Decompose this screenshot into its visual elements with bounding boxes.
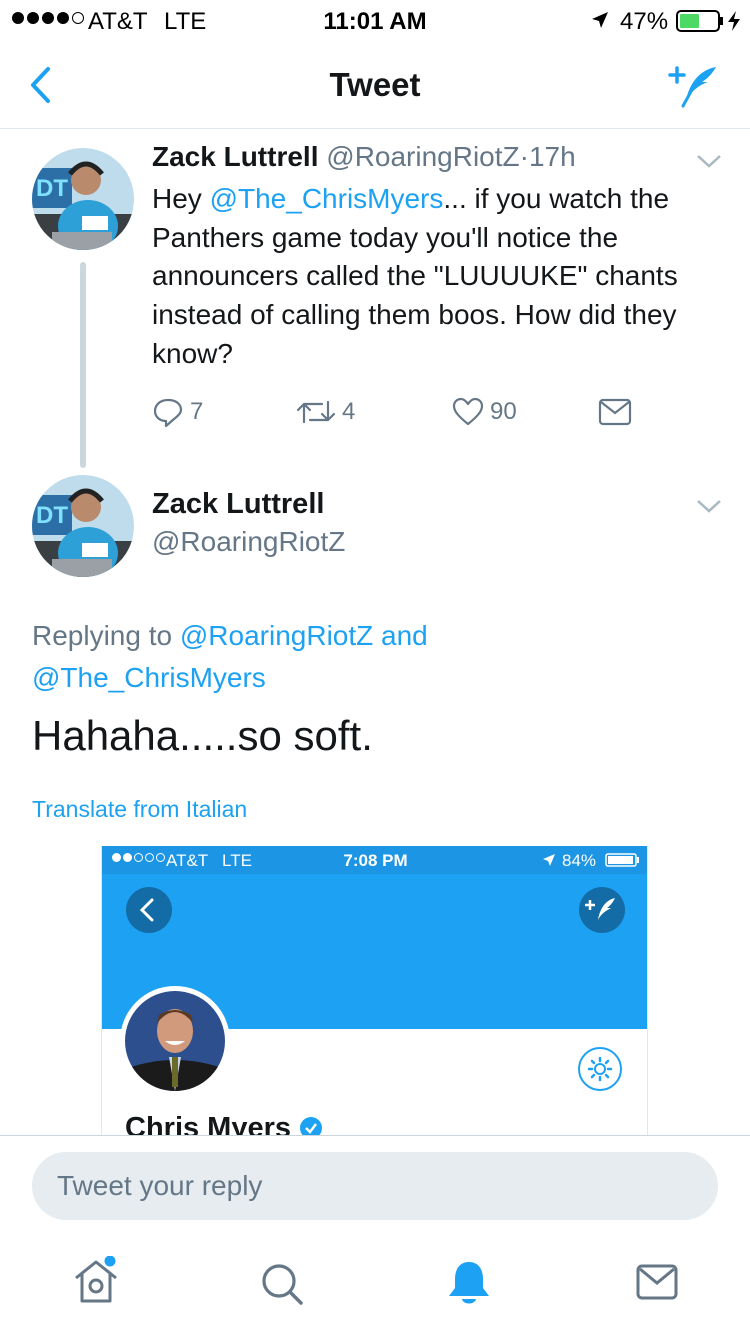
embedded-settings-icon: [578, 1047, 622, 1091]
embedded-location-icon: [543, 854, 555, 866]
retweet-count: 4: [342, 398, 356, 425]
translate-link[interactable]: Translate from Italian: [32, 796, 247, 823]
heart-icon: [452, 397, 484, 426]
tweet-header: Zack Luttrell @RoaringRiotZ·17h: [152, 141, 576, 173]
battery-icon: [676, 10, 740, 32]
search-icon[interactable]: [260, 1262, 304, 1306]
embedded-profile-name: Chris Myers: [125, 1112, 323, 1135]
replying-prefix: Replying to: [32, 620, 180, 651]
reply-input[interactable]: Tweet your reply: [32, 1152, 718, 1220]
like-count: 90: [490, 398, 517, 425]
embedded-profile-name-text: Chris Myers: [125, 1112, 292, 1135]
location-arrow-icon: [592, 12, 608, 28]
chevron-down-icon[interactable]: [696, 153, 722, 169]
embedded-profile-avatar: [120, 986, 230, 1096]
tweet-text: Hey @The_ChrisMyers... if you watch the …: [152, 180, 722, 374]
embedded-battery-percent: 84%: [562, 851, 597, 870]
reply-icon: [153, 398, 183, 428]
mention-link[interactable]: @The_ChrisMyers: [210, 183, 444, 214]
author-name[interactable]: Zack Luttrell: [152, 141, 318, 172]
tweet-text-prefix: Hey: [152, 183, 210, 214]
verified-badge-icon: [300, 1117, 323, 1135]
tweet-text: Hahaha.....so soft.: [32, 712, 373, 759]
replying-to: Replying to @RoaringRiotZ and @The_Chris…: [32, 615, 722, 699]
home-icon[interactable]: [72, 1256, 120, 1306]
header-separator: ·: [519, 141, 529, 172]
reply-mention-link[interactable]: @The_ChrisMyers: [32, 662, 266, 693]
embedded-back-icon: [126, 887, 172, 933]
retweet-icon: [296, 400, 336, 424]
status-bar: AT&T LTE 11:01 AM 47%: [0, 0, 750, 40]
tweet-time: 17h: [528, 141, 576, 172]
svg-text:DT: DT: [36, 502, 68, 529]
author-name[interactable]: Zack Luttrell: [152, 488, 324, 521]
reply-and: and: [373, 620, 428, 651]
navigation-bar: Tweet: [0, 40, 750, 129]
notifications-icon[interactable]: [446, 1258, 492, 1308]
svg-text:DT: DT: [36, 175, 68, 202]
reply-action[interactable]: 7: [152, 396, 203, 428]
author-avatar[interactable]: DT: [32, 475, 134, 577]
attached-image[interactable]: AT&T LTE 7:08 PM 84% Chris Myers: [101, 846, 648, 1135]
reply-count: 7: [190, 398, 204, 425]
author-avatar[interactable]: DT: [32, 148, 134, 250]
thread-connector: [80, 262, 86, 468]
embedded-compose-icon: [579, 887, 625, 933]
page-title: Tweet: [329, 66, 421, 103]
embedded-battery-icon: [605, 853, 639, 867]
author-handle[interactable]: @RoaringRiotZ: [152, 526, 345, 558]
direct-message-icon[interactable]: [598, 398, 632, 426]
battery-percent: 47%: [620, 8, 669, 35]
like-action[interactable]: 90: [452, 396, 517, 428]
chevron-down-icon[interactable]: [696, 498, 722, 514]
retweet-action[interactable]: 4: [296, 396, 355, 428]
author-handle[interactable]: @RoaringRiotZ: [326, 141, 519, 172]
reply-mention-link[interactable]: @RoaringRiotZ: [180, 620, 373, 651]
messages-icon[interactable]: [636, 1264, 678, 1300]
compose-tweet-icon[interactable]: [668, 62, 720, 108]
